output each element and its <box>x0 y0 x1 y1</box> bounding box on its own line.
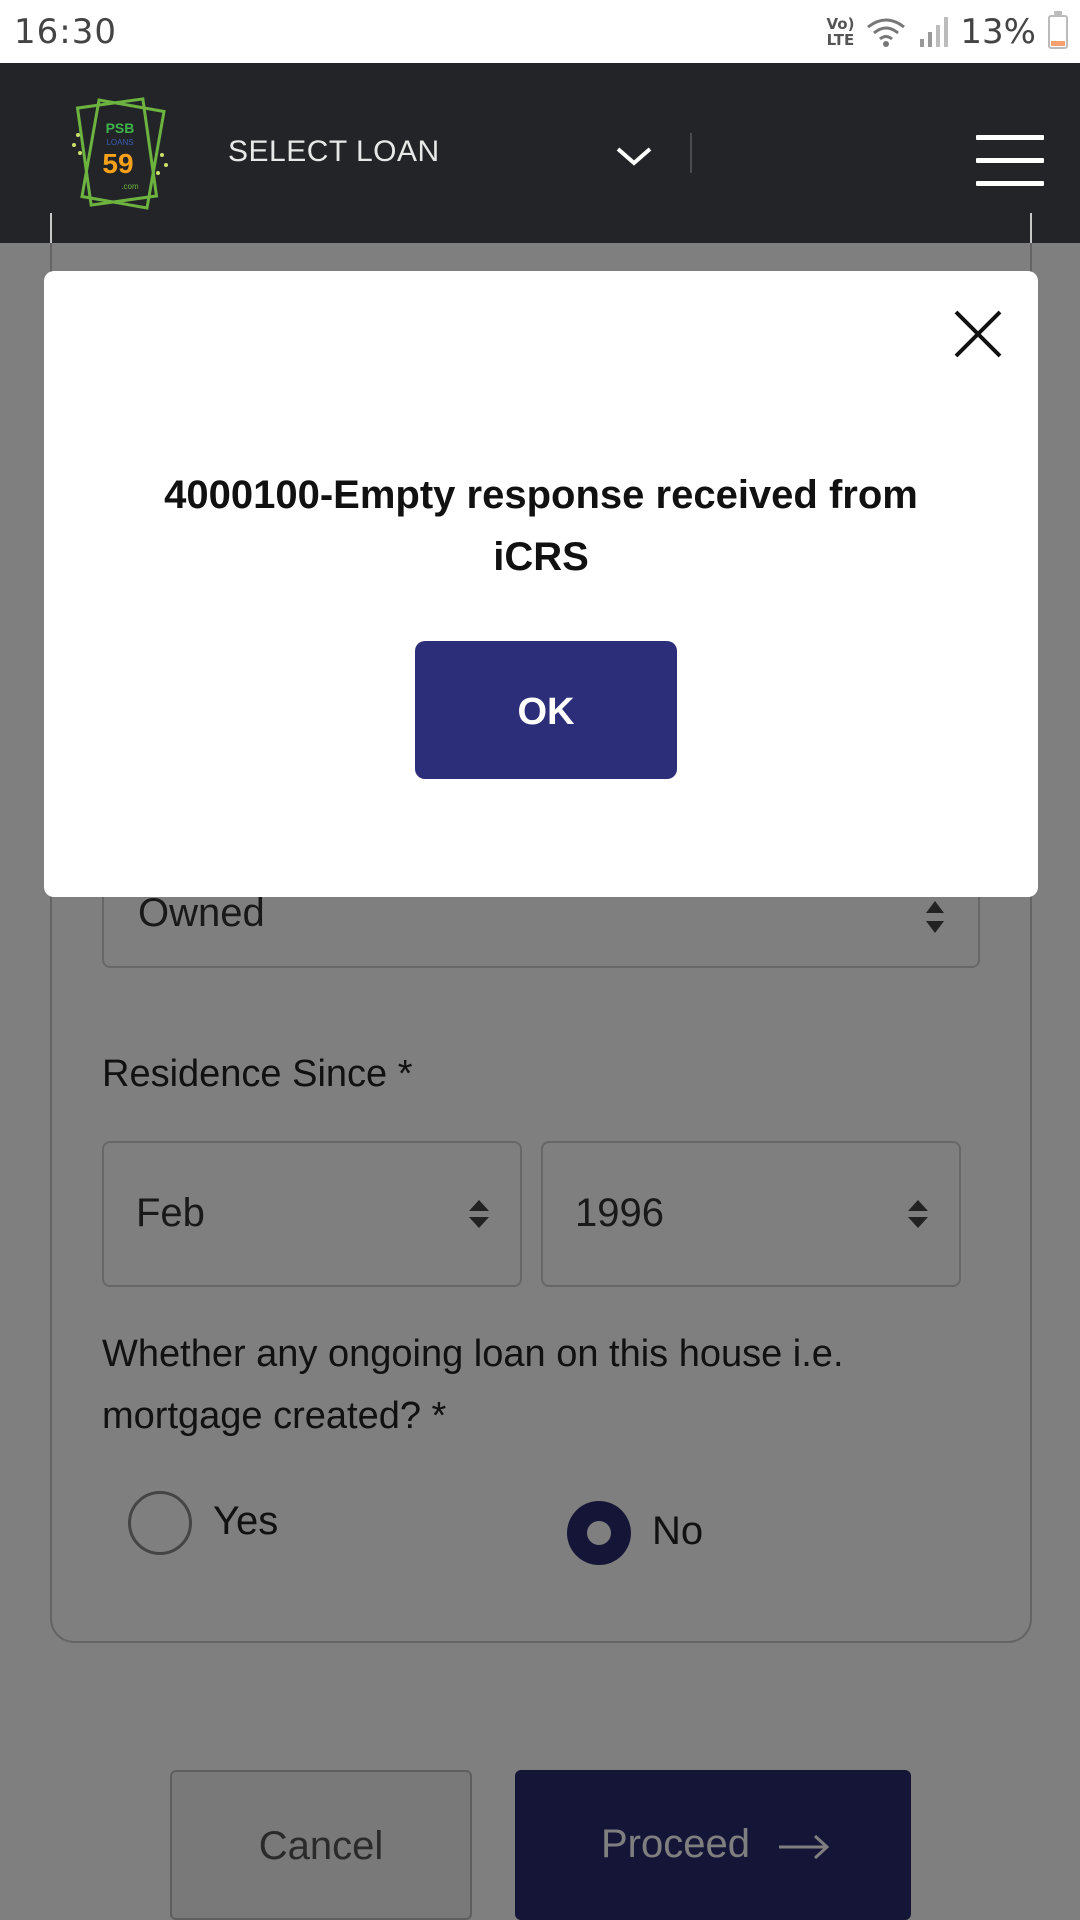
wifi-icon <box>867 18 906 47</box>
svg-text:59: 59 <box>102 148 133 179</box>
battery-icon <box>1048 11 1068 49</box>
menu-icon[interactable] <box>976 135 1044 186</box>
volte-icon: Vo) LTE <box>826 15 855 49</box>
psb-loans-logo[interactable]: PSB LOANS 59 .com <box>70 95 170 213</box>
svg-text:PSB: PSB <box>106 120 135 136</box>
status-bar: 16:30 Vo) LTE 13% <box>0 0 1080 63</box>
header-divider <box>690 133 692 173</box>
ok-button-label: OK <box>517 691 575 733</box>
signal-icon <box>920 17 949 47</box>
svg-text:.com: .com <box>121 182 139 191</box>
svg-text:LOANS: LOANS <box>106 138 133 147</box>
ok-button[interactable]: OK <box>415 641 677 779</box>
battery-percent: 13% <box>960 12 1036 52</box>
error-message: 4000100-Empty response received from iCR… <box>164 473 918 579</box>
error-dialog: 4000100-Empty response received from iCR… <box>44 271 1038 897</box>
status-icons: Vo) LTE 13% <box>826 11 1068 52</box>
select-loan-dropdown[interactable]: SELECT LOAN <box>228 135 440 169</box>
chevron-down-icon[interactable] <box>614 141 654 171</box>
status-time: 16:30 <box>14 12 117 52</box>
close-icon[interactable] <box>950 306 1006 362</box>
